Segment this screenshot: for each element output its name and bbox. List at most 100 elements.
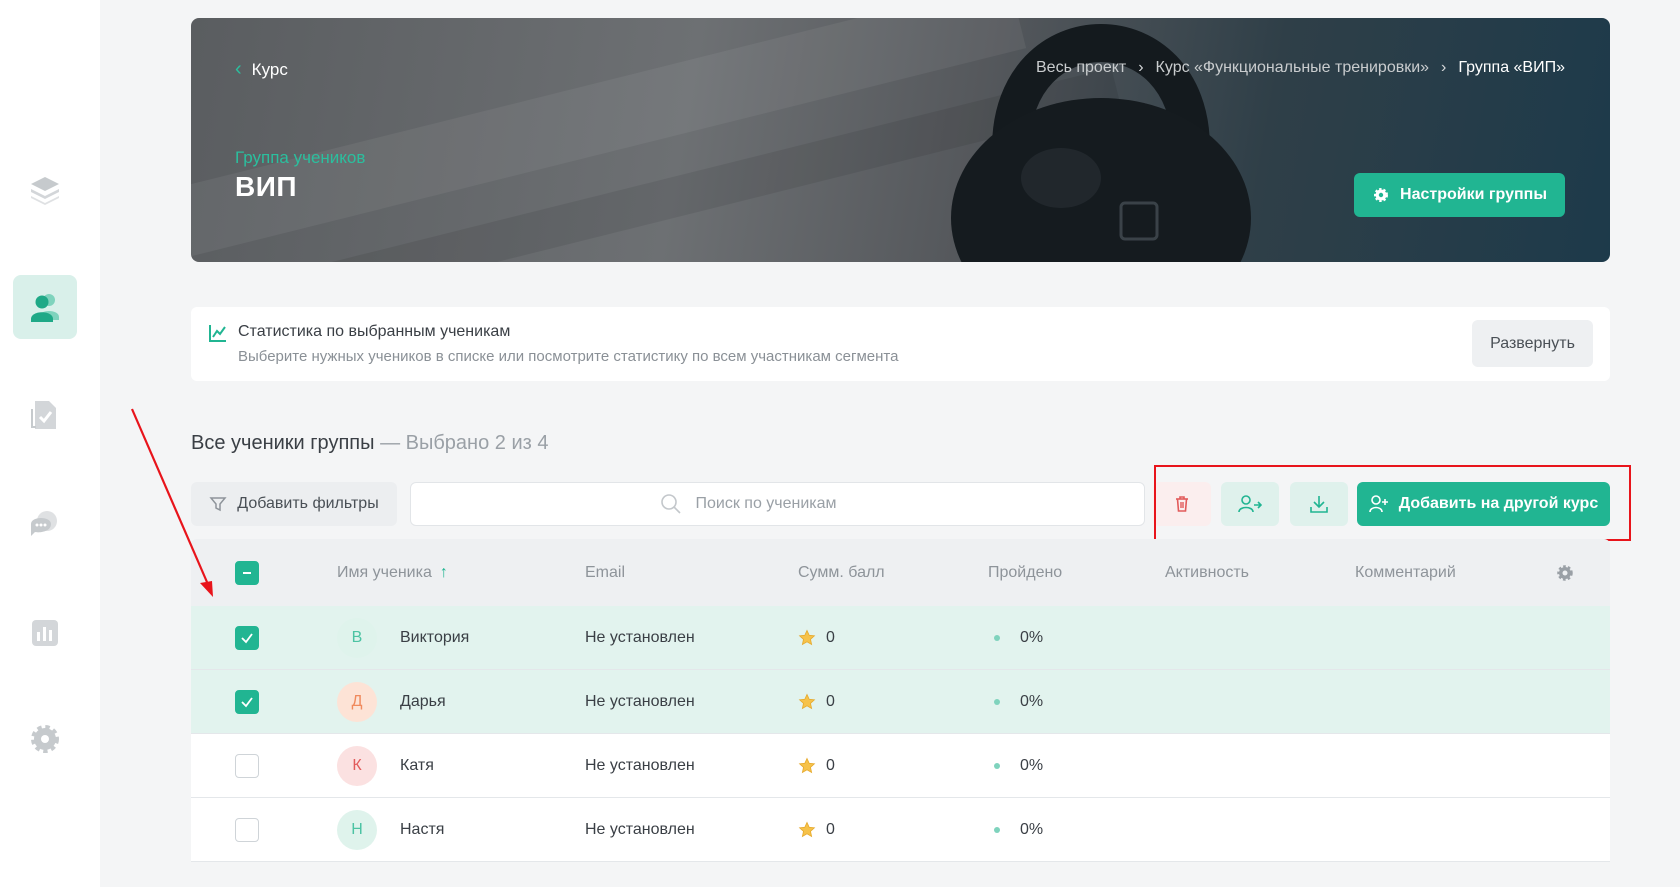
student-progress: 0% — [994, 798, 1043, 861]
column-comment[interactable]: Комментарий — [1355, 539, 1456, 606]
sidebar-item-students[interactable] — [13, 275, 77, 339]
row-select-cell — [235, 670, 259, 733]
star-icon — [798, 629, 816, 645]
selection-count: — Выбрано 2 из 4 — [380, 432, 549, 454]
student-avatar-cell: Д — [337, 670, 377, 733]
back-to-course-link[interactable]: ‹ Курс — [235, 58, 288, 81]
row-select-cell — [235, 734, 259, 797]
user-plus-icon — [1368, 495, 1388, 513]
star-icon — [798, 693, 816, 709]
avatar: К — [337, 745, 377, 786]
student-progress: 0% — [994, 734, 1043, 797]
users-icon — [31, 294, 59, 322]
sidebar-item-settings[interactable] — [13, 707, 77, 771]
avatar: В — [337, 617, 377, 658]
student-name[interactable]: Виктория — [400, 606, 469, 669]
row-select-cell — [235, 798, 259, 861]
column-name[interactable]: Имя ученика ↑ — [337, 539, 448, 606]
page-title: ВИП — [235, 171, 297, 202]
students-section-title: Все ученики группы — Выбрано 2 из 4 — [191, 432, 548, 455]
row-checkbox[interactable] — [235, 753, 259, 778]
table-row[interactable]: Д Дарья Не установлен 0 0% — [191, 670, 1610, 734]
chart-icon — [32, 620, 58, 646]
student-score: 0 — [798, 606, 835, 669]
statistics-description: Выберите нужных учеников в списке или по… — [238, 348, 899, 365]
statistics-card: Статистика по выбранным ученикам Выберит… — [191, 307, 1610, 381]
progress-value: 0% — [1020, 820, 1044, 838]
sidebar-item-analytics[interactable] — [13, 600, 77, 664]
student-name[interactable]: Дарья — [400, 670, 446, 733]
row-checkbox[interactable] — [235, 689, 259, 714]
progress-dot-icon — [994, 634, 1000, 641]
sidebar-item-tasks[interactable] — [13, 383, 77, 447]
column-email[interactable]: Email — [585, 539, 625, 606]
statistics-title: Статистика по выбранным ученикам — [238, 323, 511, 340]
score-value: 0 — [826, 756, 835, 774]
document-check-icon — [31, 401, 56, 429]
row-checkbox[interactable] — [235, 817, 259, 842]
progress-value: 0% — [1020, 628, 1044, 646]
table-header: Имя ученика ↑ Email Сумм. балл Пройдено … — [191, 539, 1610, 606]
layers-icon — [31, 177, 59, 205]
select-all-checkbox[interactable] — [235, 560, 259, 585]
row-checkbox[interactable] — [235, 625, 259, 650]
back-label: Курс — [251, 59, 288, 79]
student-score: 0 — [798, 734, 835, 797]
add-filters-button[interactable]: Добавить фильтры — [191, 482, 397, 526]
delete-button[interactable] — [1153, 482, 1211, 526]
student-email: Не установлен — [585, 756, 695, 774]
student-name[interactable]: Настя — [400, 798, 444, 861]
download-icon — [1310, 496, 1328, 513]
progress-dot-icon — [994, 762, 1000, 769]
progress-dot-icon — [994, 826, 1000, 833]
sidebar-item-messages[interactable] — [13, 492, 77, 556]
column-score[interactable]: Сумм. балл — [798, 539, 885, 606]
chevron-right-icon: › — [1138, 59, 1144, 76]
breadcrumb-course[interactable]: Курс «Функциональные тренировки» — [1156, 59, 1430, 77]
table-settings-button[interactable] — [1555, 539, 1575, 606]
student-name[interactable]: Катя — [400, 734, 434, 797]
table-row[interactable]: Н Настя Не установлен 0 0% — [191, 798, 1610, 862]
progress-dot-icon — [994, 698, 1000, 705]
search-input[interactable] — [695, 495, 896, 513]
column-progress[interactable]: Пройдено — [988, 539, 1062, 606]
progress-value: 0% — [1020, 756, 1044, 774]
user-move-icon — [1238, 495, 1262, 513]
student-avatar-cell: В — [337, 606, 377, 669]
gear-icon — [31, 725, 59, 753]
page-subtitle: Группа учеников — [235, 148, 366, 167]
score-value: 0 — [826, 692, 835, 710]
student-progress: 0% — [994, 670, 1043, 733]
expand-statistics-button[interactable]: Развернуть — [1472, 320, 1593, 367]
breadcrumb-group: Группа «ВИП» — [1458, 59, 1565, 76]
score-value: 0 — [826, 820, 835, 838]
student-progress: 0% — [994, 606, 1043, 669]
chevron-left-icon: ‹ — [235, 58, 242, 80]
breadcrumb-project[interactable]: Весь проект — [1036, 59, 1126, 77]
chat-icon — [31, 511, 57, 536]
student-score: 0 — [798, 798, 835, 861]
score-value: 0 — [826, 628, 835, 646]
add-filters-label: Добавить фильтры — [237, 495, 379, 512]
avatar: Н — [337, 809, 377, 850]
move-students-button[interactable] — [1221, 482, 1279, 526]
column-name-label: Имя ученика — [337, 563, 432, 581]
add-to-other-course-button[interactable]: Добавить на другой курс — [1357, 482, 1610, 526]
sidebar-item-courses[interactable] — [13, 158, 77, 222]
row-select-cell — [235, 606, 259, 669]
student-email: Не установлен — [585, 820, 695, 838]
column-activity[interactable]: Активность — [1165, 539, 1249, 606]
download-button[interactable] — [1290, 482, 1348, 526]
select-all-cell — [235, 539, 259, 606]
students-table: Имя ученика ↑ Email Сумм. балл Пройдено … — [191, 539, 1610, 862]
group-settings-button[interactable]: Настройки группы — [1354, 173, 1565, 217]
table-row[interactable]: К Катя Не установлен 0 0% — [191, 734, 1610, 798]
student-email: Не установлен — [585, 628, 695, 646]
student-score: 0 — [798, 670, 835, 733]
gear-icon — [1557, 564, 1573, 581]
table-row[interactable]: В Виктория Не установлен 0 0% — [191, 606, 1610, 670]
chevron-right-icon: › — [1441, 59, 1447, 76]
group-banner: ‹ Курс Весь проект › Курс «Функциональны… — [191, 18, 1610, 262]
sort-ascending-icon: ↑ — [439, 563, 448, 581]
add-to-other-course-label: Добавить на другой курс — [1398, 495, 1599, 512]
